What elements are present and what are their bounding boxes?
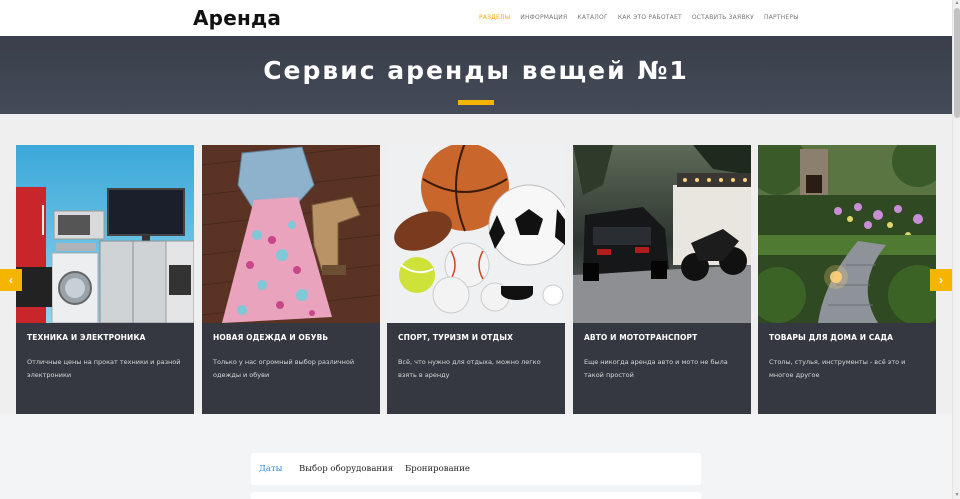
card-title: СПОРТ, ТУРИЗМ И ОТДЫХ <box>398 333 514 342</box>
card-description: Только у нас огромный выбор различной од… <box>213 358 355 379</box>
category-card-home-garden[interactable]: ТОВАРЫ ДЛЯ ДОМА И САДА Столы, стулья, ин… <box>758 145 936 414</box>
nav-item-info[interactable]: ИНФОРМАЦИЯ <box>520 14 567 21</box>
site-header: Аренда РАЗДЕЛЫ ИНФОРМАЦИЯ КАТАЛОГ КАК ЭТ… <box>0 0 952 36</box>
main-nav: РАЗДЕЛЫ ИНФОРМАЦИЯ КАТАЛОГ КАК ЭТО РАБОТ… <box>479 14 809 21</box>
nav-item-catalog[interactable]: КАТАЛОГ <box>577 14 607 21</box>
card-image-electronics <box>16 145 194 323</box>
card-image-home-garden <box>758 145 936 323</box>
nav-item-leave-request[interactable]: ОСТАВИТЬ ЗАЯВКУ <box>692 14 754 21</box>
scroll-up-icon[interactable]: ▲ <box>954 0 960 6</box>
category-card-clothing[interactable]: НОВАЯ ОДЕЖДА И ОБУВЬ Только у нас огромн… <box>202 145 380 414</box>
booking-section: Даты Выбор оборудования Бронирование <box>0 414 952 499</box>
tab-dates[interactable]: Даты <box>259 464 282 474</box>
nav-item-how-it-works[interactable]: КАК ЭТО РАБОТАЕТ <box>618 14 682 21</box>
tab-equipment-selection[interactable]: Выбор оборудования <box>299 464 393 474</box>
carousel-next-button[interactable]: › <box>930 269 952 291</box>
nav-item-sections[interactable]: РАЗДЕЛЫ <box>479 14 510 21</box>
site-logo[interactable]: Аренда <box>193 6 281 30</box>
card-title: ТЕХНИКА И ЭЛЕКТРОНИКА <box>27 333 146 342</box>
page-scrollbar[interactable]: ▲ ▼ <box>952 0 960 499</box>
card-description: Отличные цены на прокат техники и разной… <box>27 358 181 379</box>
category-card-electronics[interactable]: ТЕХНИКА И ЭЛЕКТРОНИКА Отличные цены на п… <box>16 145 194 414</box>
card-title: ТОВАРЫ ДЛЯ ДОМА И САДА <box>769 333 894 342</box>
card-image-auto <box>573 145 751 323</box>
card-description: Всё, что нужно для отдыха, можно легко в… <box>398 358 541 379</box>
card-description: Еще никогда аренда авто и мото не была т… <box>584 358 728 379</box>
nav-item-partners[interactable]: ПАРТНЕРЫ <box>764 14 799 21</box>
booking-tabs: Даты Выбор оборудования Бронирование <box>251 453 701 485</box>
scroll-down-icon[interactable]: ▼ <box>954 492 960 498</box>
card-image-clothing <box>202 145 380 323</box>
card-image-sports <box>387 145 565 323</box>
hero-title: Сервис аренды вещей №1 <box>263 56 689 85</box>
hero-underline <box>458 100 494 105</box>
hero-banner: Сервис аренды вещей №1 <box>0 36 952 114</box>
card-title: НОВАЯ ОДЕЖДА И ОБУВЬ <box>213 333 329 342</box>
tab-booking[interactable]: Бронирование <box>405 464 470 474</box>
category-carousel: ТЕХНИКА И ЭЛЕКТРОНИКА Отличные цены на п… <box>0 114 952 414</box>
category-card-sports[interactable]: СПОРТ, ТУРИЗМ И ОТДЫХ Всё, что нужно для… <box>387 145 565 414</box>
carousel-prev-button[interactable]: ‹ <box>0 269 22 291</box>
booking-panel <box>251 492 701 499</box>
category-card-auto[interactable]: АВТО И МОТОТРАНСПОРТ Еще никогда аренда … <box>573 145 751 414</box>
card-description: Столы, стулья, инструменты - всё это и м… <box>769 358 906 379</box>
scroll-thumb[interactable] <box>954 8 960 118</box>
card-title: АВТО И МОТОТРАНСПОРТ <box>584 333 698 342</box>
